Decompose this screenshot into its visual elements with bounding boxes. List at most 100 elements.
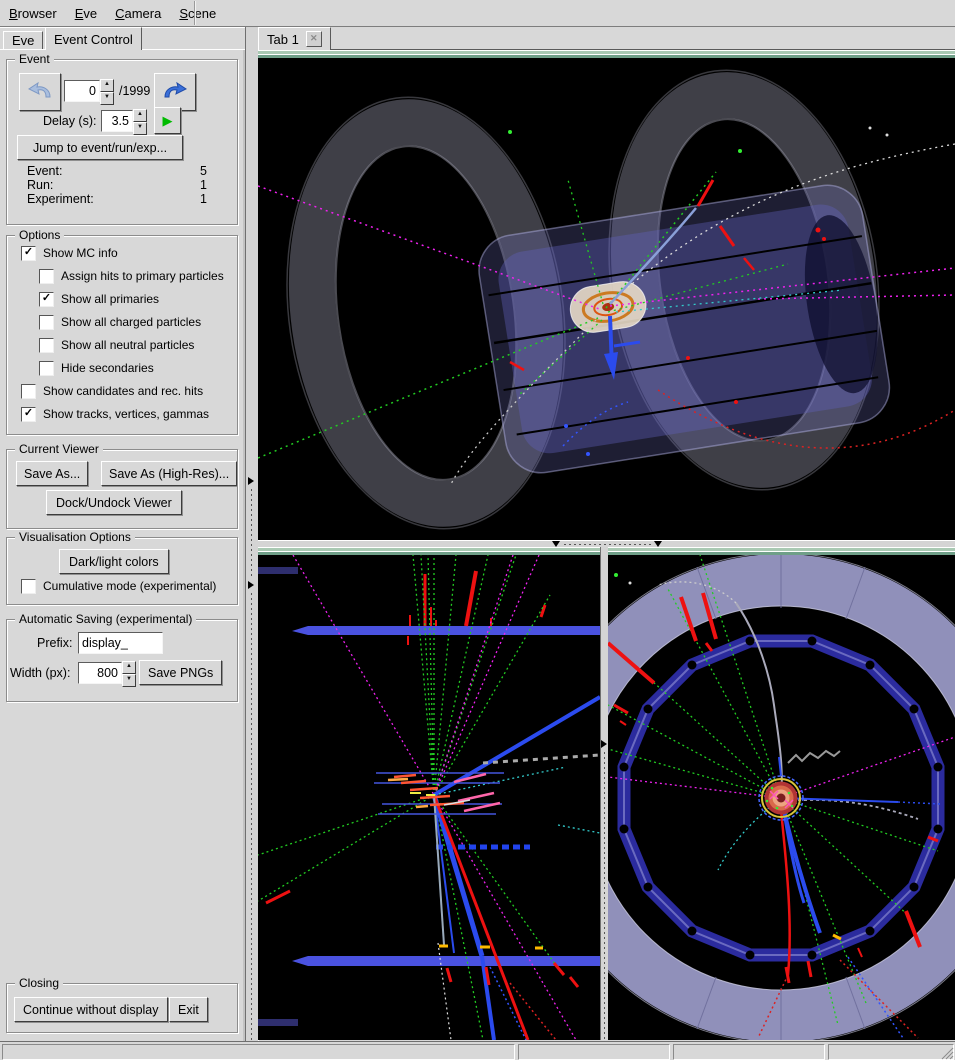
status-panel-4 — [828, 1044, 954, 1060]
event-number-field[interactable] — [64, 80, 100, 102]
status-bar — [0, 1041, 955, 1061]
splitter-handle-icon[interactable] — [248, 477, 254, 485]
auto-saving-group-title: Automatic Saving (experimental) — [15, 612, 196, 626]
experiment-info-row: Experiment:1 — [27, 192, 207, 206]
tab-eve-label: Eve — [12, 33, 34, 48]
automatic-saving-group: Automatic Saving (experimental) Prefix: … — [6, 619, 238, 702]
dark-light-colors-button[interactable]: Dark/light colors — [59, 549, 169, 574]
menu-bar: Browser Eve Camera Scene — [0, 0, 955, 27]
save-pngs-button[interactable]: Save PNGs — [139, 660, 222, 685]
status-panel-2 — [518, 1044, 670, 1060]
delay-spinner: ▲ ▼ — [133, 109, 147, 135]
save-as-button[interactable]: Save As... — [16, 461, 88, 486]
play-icon: ▶ — [163, 114, 173, 127]
viewer-3d-container — [258, 50, 955, 540]
checkbox-icon[interactable] — [39, 269, 54, 284]
checkbox-show-all-charged[interactable]: Show all charged particles — [39, 314, 201, 330]
save-as-high-res-button[interactable]: Save As (High-Res)... — [101, 461, 237, 486]
visualisation-options-group: Visualisation Options Dark/light colors … — [6, 537, 238, 605]
event-number-value: 5 — [200, 164, 207, 178]
spin-up-icon[interactable]: ▲ — [100, 79, 114, 92]
visualisation-group-title: Visualisation Options — [15, 530, 135, 544]
event-number-input[interactable] — [65, 81, 99, 101]
checkbox-icon[interactable]: ✓ — [21, 246, 36, 261]
closing-group-title: Closing — [15, 976, 63, 990]
continue-without-display-button[interactable]: Continue without display — [14, 997, 168, 1022]
next-event-button[interactable] — [154, 73, 196, 111]
tab-eve[interactable]: Eve — [3, 31, 43, 50]
event-info-row: Event:5 — [27, 164, 207, 178]
checkbox-icon[interactable] — [21, 579, 36, 594]
checkbox-cumulative-mode[interactable]: Cumulative mode (experimental) — [21, 578, 216, 594]
checkbox-show-all-primaries[interactable]: ✓Show all primaries — [39, 291, 159, 307]
delay-input[interactable] — [102, 111, 132, 131]
prefix-field[interactable] — [78, 632, 163, 654]
current-viewer-group-title: Current Viewer — [15, 442, 103, 456]
checkbox-assign-hits[interactable]: Assign hits to primary particles — [39, 268, 224, 284]
viewer-xy-canvas[interactable] — [608, 555, 955, 1040]
checkbox-icon[interactable]: ✓ — [21, 407, 36, 422]
panel-viewer-splitter[interactable] — [245, 27, 259, 1041]
prefix-input[interactable] — [79, 633, 162, 653]
checkbox-hide-secondaries[interactable]: Hide secondaries — [39, 360, 154, 376]
viewer-3d-canvas[interactable] — [258, 58, 955, 540]
current-viewer-group: Current Viewer Save As... Save As (High-… — [6, 449, 238, 529]
spin-down-icon[interactable]: ▼ — [133, 122, 147, 135]
tab-event-control[interactable]: Event Control — [45, 27, 142, 50]
checkbox-icon[interactable] — [39, 338, 54, 353]
menu-scene[interactable]: Scene — [170, 0, 225, 26]
run-number-value: 1 — [200, 178, 207, 192]
checkbox-icon[interactable] — [21, 384, 36, 399]
spin-down-icon[interactable]: ▼ — [100, 92, 114, 105]
width-field[interactable] — [78, 662, 122, 684]
checkbox-show-mc-info[interactable]: ✓Show MC info — [21, 245, 118, 261]
menubar-divider — [194, 1, 195, 25]
previous-event-button[interactable] — [19, 73, 61, 111]
menu-camera[interactable]: Camera — [106, 0, 170, 26]
options-group-title: Options — [15, 228, 64, 242]
viewer-tab-label: Tab 1 — [267, 32, 299, 47]
tab-event-control-label: Event Control — [54, 32, 133, 47]
menu-browser[interactable]: Browser — [0, 0, 66, 26]
splitter-handle-icon[interactable] — [248, 581, 254, 589]
event-control-panel: Event ▲ ▼ /1999 Delay (s): ▲ ▼ ▶ — [0, 49, 246, 1041]
status-panel-1 — [2, 1044, 515, 1060]
tab-viewer-tab1[interactable]: Tab 1 ✕ — [258, 27, 331, 50]
viewer-title-stripe — [258, 547, 600, 555]
viewer-title-stripe — [608, 547, 955, 555]
delay-field[interactable] — [101, 110, 133, 132]
spin-up-icon[interactable]: ▲ — [133, 109, 147, 122]
jump-to-event-button[interactable]: Jump to event/run/exp... — [17, 135, 183, 160]
viewer-tab-bar — [258, 27, 955, 50]
spin-down-icon[interactable]: ▼ — [122, 674, 136, 687]
status-panel-3 — [673, 1044, 825, 1060]
close-tab-icon[interactable]: ✕ — [306, 31, 322, 47]
width-input[interactable] — [79, 663, 121, 683]
curved-arrow-right-icon — [161, 80, 189, 104]
run-info-row: Run:1 — [27, 178, 207, 192]
checkbox-icon[interactable]: ✓ — [39, 292, 54, 307]
checkbox-show-all-neutral[interactable]: Show all neutral particles — [39, 337, 194, 353]
checkbox-icon[interactable] — [39, 315, 54, 330]
play-button[interactable]: ▶ — [154, 107, 181, 134]
spin-up-icon[interactable]: ▲ — [122, 661, 136, 674]
checkbox-show-tracks[interactable]: ✓Show tracks, vertices, gammas — [21, 406, 209, 422]
resize-grip-icon[interactable] — [941, 1047, 954, 1060]
checkbox-icon[interactable] — [39, 361, 54, 376]
event-group: Event ▲ ▼ /1999 Delay (s): ▲ ▼ ▶ — [6, 59, 238, 225]
options-group: Options ✓Show MC info Assign hits to pri… — [6, 235, 238, 435]
width-label: Width (px): — [10, 666, 70, 680]
viewer-rz-canvas[interactable] — [258, 555, 600, 1040]
event-group-title: Event — [15, 52, 54, 66]
exit-button[interactable]: Exit — [169, 997, 208, 1022]
checkbox-show-candidates[interactable]: Show candidates and rec. hits — [21, 383, 203, 399]
dock-undock-button[interactable]: Dock/Undock Viewer — [46, 490, 182, 515]
viewer-xy-container — [608, 547, 955, 1040]
closing-group: Closing Continue without display Exit — [6, 983, 238, 1033]
event-number-spinner: ▲ ▼ — [100, 79, 114, 105]
prefix-label: Prefix: — [37, 636, 72, 650]
viewer-rz-container — [258, 547, 600, 1040]
splitter-handle-icon[interactable] — [601, 740, 607, 748]
menu-eve[interactable]: Eve — [66, 0, 106, 26]
width-spinner: ▲ ▼ — [122, 661, 136, 687]
